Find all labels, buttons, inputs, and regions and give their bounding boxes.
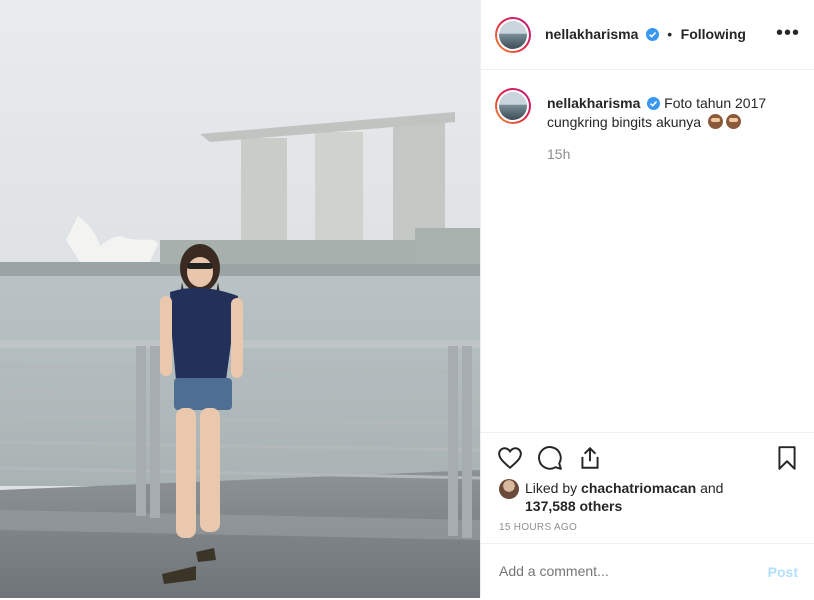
bookmark-icon[interactable] — [774, 445, 800, 471]
see-no-evil-monkey-icon — [708, 114, 723, 129]
see-no-evil-monkey-icon — [726, 114, 741, 129]
heart-icon[interactable] — [497, 445, 523, 471]
liked-by-user-link[interactable]: chachatriomacan — [581, 480, 696, 496]
share-icon[interactable] — [577, 445, 603, 471]
post-photo[interactable] — [0, 0, 480, 598]
caption-time[interactable]: 15h — [547, 146, 570, 162]
post-header: nellakharisma • Following ••• — [481, 0, 814, 70]
caption-username[interactable]: nellakharisma — [547, 95, 640, 111]
author-username[interactable]: nellakharisma — [545, 26, 638, 42]
comment-bar: Post — [481, 543, 814, 600]
verified-icon — [647, 97, 661, 110]
avatar-image — [499, 92, 527, 120]
post-comment-button[interactable]: Post — [768, 564, 798, 580]
photo-scene — [0, 0, 480, 598]
author-avatar[interactable] — [495, 17, 531, 53]
likes-text: Liked by chachatriomacan and 137,588 oth… — [525, 479, 723, 515]
post-timestamp[interactable]: 15 HOURS AGO — [499, 522, 577, 533]
liked-by-label: Liked by — [525, 480, 578, 496]
avatar-image — [499, 21, 527, 49]
more-icon[interactable]: ••• — [776, 23, 800, 43]
liked-by-others-link[interactable]: 137,588 others — [525, 498, 622, 514]
comment-icon[interactable] — [537, 445, 563, 471]
header-user-line: nellakharisma • Following — [545, 26, 746, 44]
liker-avatar[interactable] — [499, 479, 519, 499]
caption-avatar[interactable] — [495, 88, 531, 124]
instagram-post-view: nellakharisma • Following ••• nellakhari… — [0, 0, 814, 598]
separator-dot: • — [667, 26, 673, 42]
following-button[interactable]: Following — [681, 26, 746, 42]
liked-by-and: and — [700, 480, 724, 496]
caption-text-wrap: nellakharisma Foto tahun 2017 cungkring … — [547, 94, 797, 132]
post-details-panel: nellakharisma • Following ••• nellakhari… — [480, 0, 814, 598]
comment-input[interactable] — [497, 562, 731, 580]
post-actions-section: Liked by chachatriomacan and 137,588 oth… — [481, 432, 814, 599]
verified-icon — [645, 28, 659, 41]
